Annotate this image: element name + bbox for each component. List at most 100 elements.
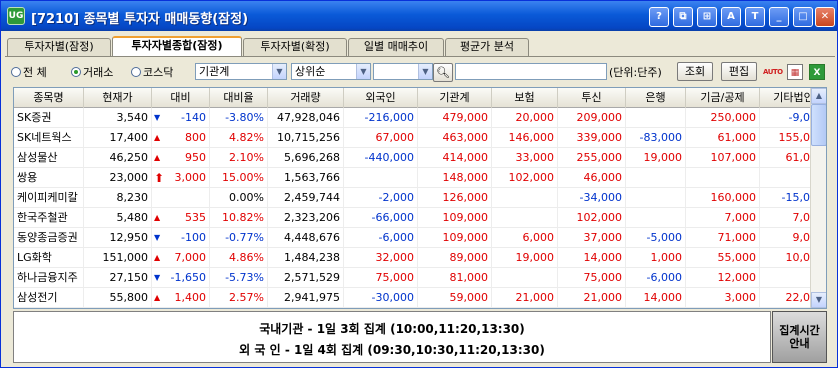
up-arrow-icon: ▲ (154, 133, 161, 142)
cell-text: 하나금융지주 (17, 271, 78, 284)
chevron-down-icon[interactable]: ▼ (272, 64, 286, 79)
cell-text: 32,000 (375, 251, 415, 264)
scroll-up-icon[interactable]: ▲ (811, 88, 826, 104)
table-row[interactable]: SK증권 3,540 ▼ -140 -3.80% 47,928,046 -216,000 47… (14, 108, 824, 128)
table-row[interactable]: 하나금융지주 27,150 ▼ -1,650 -5.73% 2,571,529 75,000… (14, 268, 811, 288)
header-bank[interactable]: 은행 (626, 88, 686, 108)
cell-text: 1,563,766 (284, 171, 340, 184)
table-row[interactable]: 삼성물산 46,250 ▲ 950 2.10% 5,696,268 -440,000 414,… (14, 148, 824, 168)
cell-foreign: -2,000 (344, 188, 418, 208)
header-price[interactable]: 현재가 (84, 88, 152, 108)
table-row[interactable]: 쌍용 23,000 ⬆ 3,000 15.00% 1,563,766 148,000 102,… (14, 168, 811, 188)
table-row[interactable]: SK네트웍스 17,400 ▲ 800 4.82% 10,715,256 67,000 463… (14, 128, 824, 148)
cell-text: 71,000 (717, 231, 757, 244)
maximize-button[interactable]: □ (793, 7, 813, 27)
cell-text: 20,000 (515, 111, 555, 124)
layout-icon[interactable]: ⊞ (697, 7, 717, 27)
cell-text: 17,400 (109, 131, 149, 144)
tab-investor-provisional[interactable]: 투자자별(잠정) (7, 38, 111, 56)
cell-text: -2,000 (378, 191, 414, 204)
table-row[interactable]: 한국주철관 5,480 ▲ 535 10.82% 2,323,206 -66,000 109,… (14, 208, 824, 228)
cell-price: 23,000 (84, 168, 152, 188)
cell-volume: 4,448,676 (268, 228, 344, 248)
excel-icon[interactable]: X (809, 64, 825, 80)
cell-text: 107,000 (710, 151, 757, 164)
cell-rate: 0.00% (210, 188, 268, 208)
search-button[interactable]: 🔍︎ (433, 63, 453, 82)
cell-text: 4,448,676 (284, 231, 340, 244)
filter-bar: 전 체 거래소 코스닥 기관계 ▼ 상위순 ▼ ▼ 🔍︎ (단위:단주) 조회 편집… (5, 59, 835, 83)
code-input[interactable] (455, 63, 607, 80)
cell-volume: 5,696,268 (268, 148, 344, 168)
extra-select[interactable]: ▼ (373, 63, 433, 80)
font-size-icon[interactable]: A (721, 7, 741, 27)
cell-text: 케이피케미칼 (17, 191, 78, 204)
chevron-down-icon[interactable]: ▼ (418, 64, 432, 79)
header-institution[interactable]: 기관계 (418, 88, 492, 108)
cell-name: LG화학 (14, 248, 84, 268)
header-change[interactable]: 대비 (152, 88, 210, 108)
header-rate[interactable]: 대비율 (210, 88, 268, 108)
tab-daily-trend[interactable]: 일별 매매추이 (348, 38, 444, 56)
cell-bank (626, 168, 686, 188)
investor-select[interactable]: 기관계 ▼ (195, 63, 287, 80)
cell-text: 5,480 (116, 211, 149, 224)
tab-average-price[interactable]: 평균가 분석 (445, 38, 529, 56)
tab-investor-summary[interactable]: 투자자별종합(잠정) (112, 36, 242, 57)
chevron-down-icon[interactable]: ▼ (356, 64, 370, 79)
scroll-thumb[interactable] (811, 104, 826, 146)
cell-fund: 250,000 (686, 108, 760, 128)
edit-button[interactable]: 편집 (721, 62, 757, 81)
vertical-scrollbar[interactable]: ▲ ▼ (810, 88, 826, 308)
help-icon[interactable]: ? (649, 7, 669, 27)
header-volume[interactable]: 거래량 (268, 88, 344, 108)
cell-text: 6,000 (522, 231, 555, 244)
schedule-info-button[interactable]: 집계시간 안내 (772, 311, 827, 363)
cell-text: 160,000 (710, 191, 757, 204)
header-name[interactable]: 종목명 (14, 88, 84, 108)
radio-kosdaq[interactable]: 코스닥 (131, 64, 173, 79)
cell-institution: 81,000 (418, 268, 492, 288)
cell-bank: 19,000 (626, 148, 686, 168)
cell-volume: 47,928,046 (268, 108, 344, 128)
cell-rate: 4.82% (210, 128, 268, 148)
close-button[interactable]: ✕ (815, 7, 835, 27)
cell-text: 3,000 (724, 291, 757, 304)
link-window-icon[interactable]: ⧉ (673, 7, 693, 27)
radio-circle-icon (131, 67, 141, 77)
text-icon[interactable]: T (745, 7, 765, 27)
cell-foreign: -66,000 (344, 208, 418, 228)
table-row[interactable]: 케이피케미칼 8,230 0.00% 2,459,744 -2,000 126,000 -3… (14, 188, 824, 208)
header-foreign[interactable]: 외국인 (344, 88, 418, 108)
cell-institution: 479,000 (418, 108, 492, 128)
cell-insurance: 146,000 (492, 128, 558, 148)
tab-investor-confirmed[interactable]: 투자자별(확정) (243, 38, 347, 56)
summary-panel: 국내기관 - 1일 3회 집계 (10:00,11:20,13:30) 외 국 … (13, 311, 771, 363)
cell-bank: 14,000 (626, 288, 686, 308)
minimize-button[interactable]: _ (769, 7, 789, 27)
order-select[interactable]: 상위순 ▼ (291, 63, 371, 80)
cell-fund: 71,000 (686, 228, 760, 248)
cell-insurance (492, 188, 558, 208)
cell-institution: 463,000 (418, 128, 492, 148)
header-fund[interactable]: 기금/공제 (686, 88, 760, 108)
cell-text: 59,000 (449, 291, 489, 304)
table-row[interactable]: 동양종금증권 12,950 ▼ -100 -0.77% 4,448,676 -6,000 10… (14, 228, 824, 248)
query-button[interactable]: 조회 (677, 62, 713, 81)
radio-all[interactable]: 전 체 (11, 64, 47, 79)
investor-table: 종목명 현재가 대비 대비율 거래량 외국인 기관계 보험 투신 은행 기금/공제 기타법인 SK증권… (13, 87, 827, 309)
table-row[interactable]: LG화학 151,000 ▲ 7,000 4.86% 1,484,238 32,000 89,… (14, 248, 824, 268)
header-insurance[interactable]: 보험 (492, 88, 558, 108)
grid-settings-icon[interactable]: ▦ (787, 64, 803, 80)
radio-circle-icon (71, 67, 81, 77)
scroll-down-icon[interactable]: ▼ (811, 292, 826, 308)
cell-foreign: 75,000 (344, 268, 418, 288)
up-arrow-icon: ⬆ (154, 171, 165, 185)
table-row[interactable]: 삼성전기 55,800 ▲ 1,400 2.57% 2,941,975 -30,000 59,… (14, 288, 824, 308)
header-trust[interactable]: 투신 (558, 88, 626, 108)
title-bar[interactable]: UG [7210] 종목별 투자자 매매동향(잠정) ? ⧉ ⊞ A T _ □… (1, 1, 837, 31)
cell-text: 8,230 (116, 191, 149, 204)
radio-kospi[interactable]: 거래소 (71, 64, 113, 79)
cell-text: 1,000 (650, 251, 683, 264)
auto-icon[interactable]: AUTO (763, 64, 783, 80)
